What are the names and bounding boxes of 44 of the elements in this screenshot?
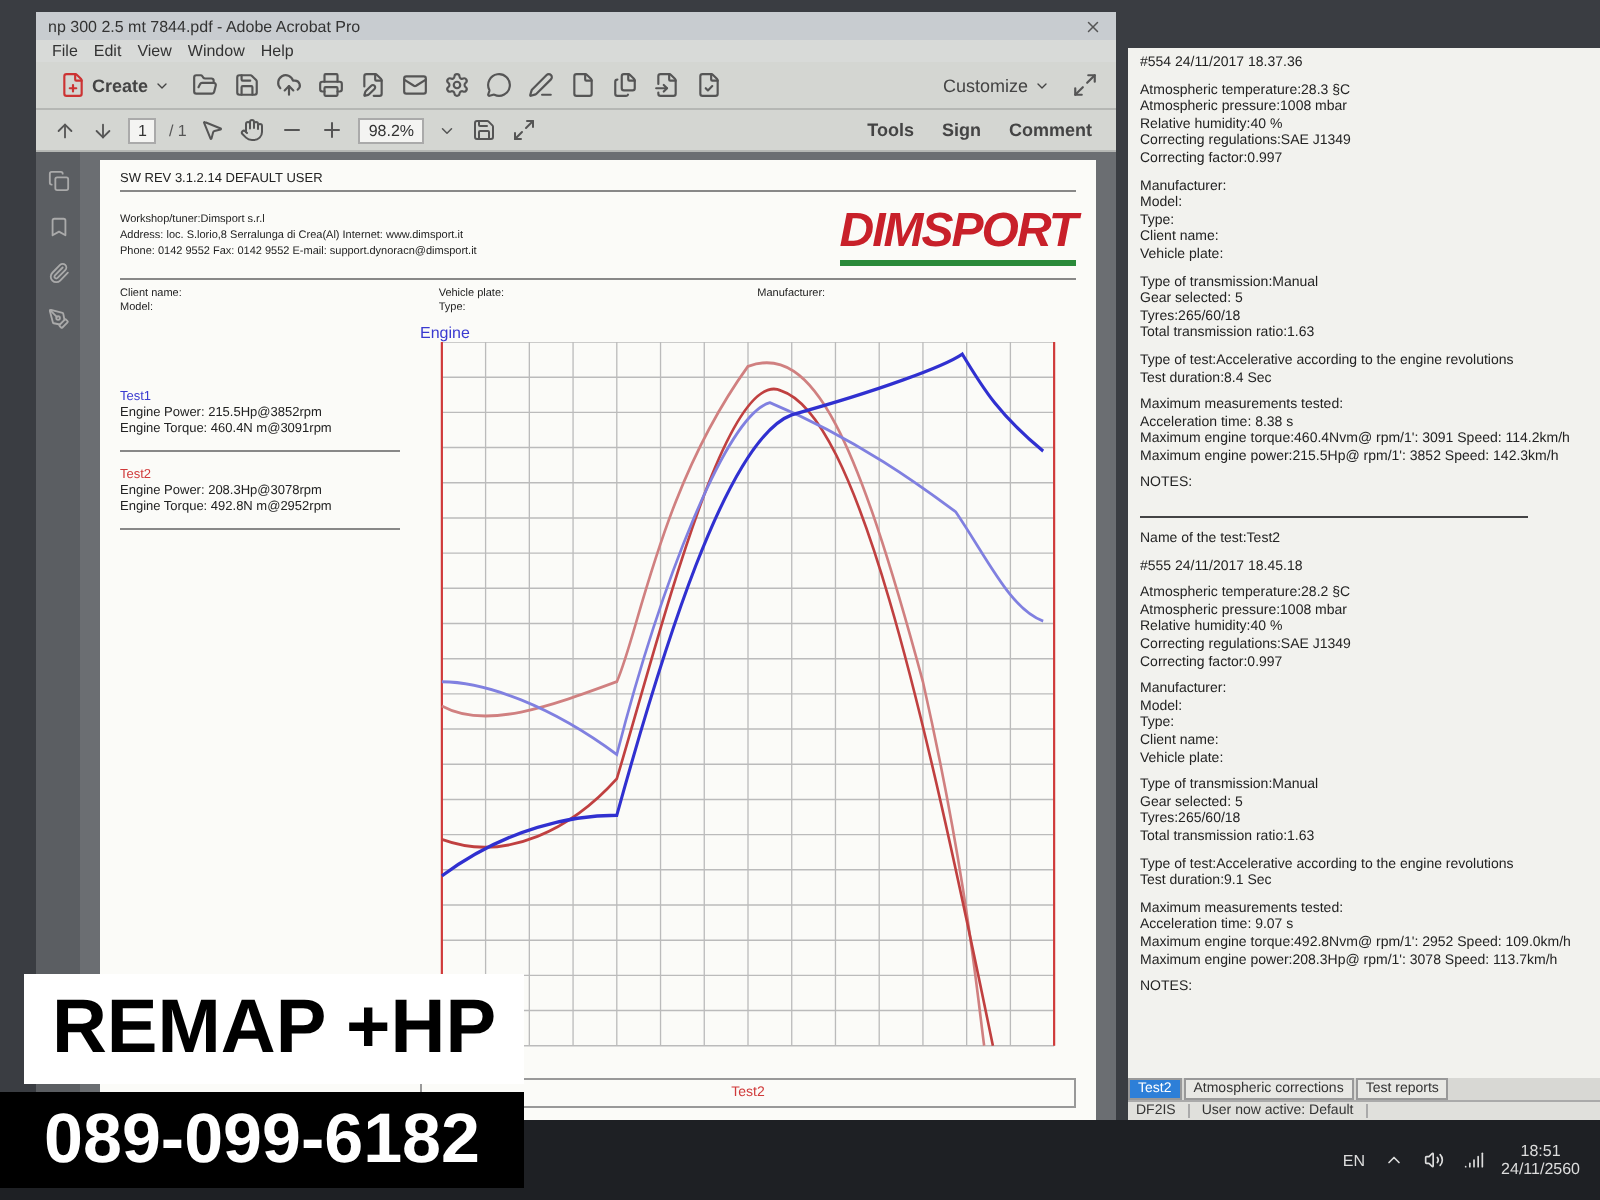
page-number-field[interactable]: 1: [128, 117, 157, 143]
save-icon[interactable]: [470, 116, 499, 144]
print-icon[interactable]: [316, 70, 347, 100]
clock-time: 18:51: [1520, 1142, 1561, 1160]
save-icon[interactable]: [232, 70, 263, 100]
hand-icon[interactable]: [238, 116, 267, 144]
document-plus-icon: [60, 72, 86, 98]
panel-tab[interactable]: Sign: [933, 116, 989, 144]
expand-icon[interactable]: [1070, 70, 1100, 100]
signature-icon[interactable]: [45, 306, 71, 332]
page-total: / 1: [168, 121, 187, 139]
menu-item[interactable]: View: [137, 42, 172, 60]
pointer-icon[interactable]: [198, 116, 227, 144]
customize-button[interactable]: Customize: [934, 71, 1058, 99]
create-button[interactable]: Create: [52, 68, 179, 102]
document-edit-icon[interactable]: [358, 70, 389, 100]
menu-item[interactable]: Help: [260, 42, 294, 60]
logo: DIMSPORT: [839, 204, 1076, 266]
fit-page-icon[interactable]: [510, 116, 539, 144]
menu-item[interactable]: Edit: [93, 42, 122, 60]
panel-tab[interactable]: Tools: [859, 116, 922, 144]
pages-icon[interactable]: [45, 168, 71, 194]
clock-date: 24/11/2560: [1501, 1160, 1580, 1178]
volume-icon[interactable]: [1421, 1148, 1446, 1172]
paperclip-icon[interactable]: [45, 260, 71, 286]
document-check-icon[interactable]: [694, 70, 725, 100]
banner-title: REMAP +HP: [24, 974, 524, 1084]
banner-phone: 089-099-6182: [0, 1092, 524, 1188]
menu-item[interactable]: File: [52, 42, 78, 60]
mail-icon[interactable]: [400, 70, 431, 100]
document-arrow-icon[interactable]: [652, 70, 683, 100]
documents-icon[interactable]: [610, 70, 641, 100]
panel-tab[interactable]: Comment: [1000, 116, 1100, 144]
window-title: np 300 2.5 mt 7844.pdf - Adobe Acrobat Pro: [48, 17, 361, 35]
chart-title: Engine: [418, 324, 472, 342]
settings-icon[interactable]: [442, 70, 473, 100]
zoom-field[interactable]: 98.2%: [358, 117, 425, 143]
cloud-upload-icon[interactable]: [274, 70, 305, 100]
language-indicator[interactable]: EN: [1342, 1151, 1366, 1169]
menu-item[interactable]: Window: [187, 42, 245, 60]
pen-icon[interactable]: [526, 70, 557, 100]
comment-icon[interactable]: [484, 70, 515, 100]
folder-icon[interactable]: [190, 70, 221, 100]
document-icon[interactable]: [568, 70, 599, 100]
